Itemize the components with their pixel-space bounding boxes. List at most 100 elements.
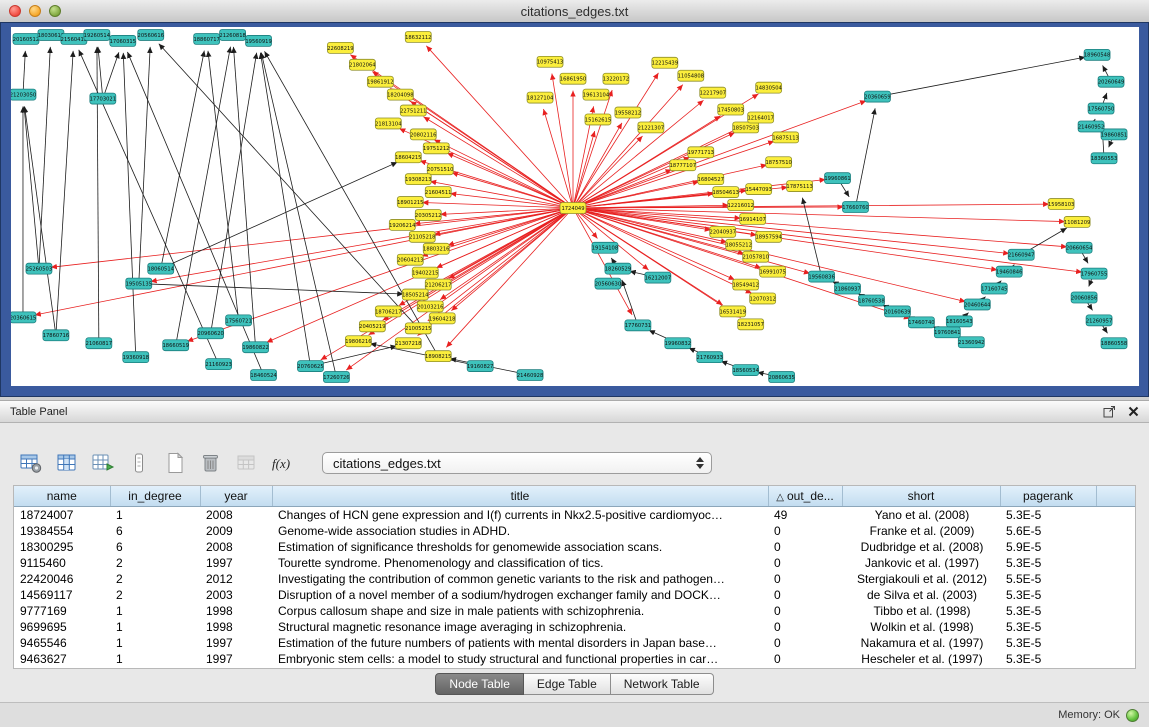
- graph-node[interactable]: 11054808: [678, 70, 704, 81]
- table-selector-dropdown[interactable]: citations_edges.txt: [322, 452, 712, 474]
- graph-node[interactable]: 18460524: [250, 370, 276, 381]
- graph-node[interactable]: 16991075: [759, 266, 785, 277]
- graph-node[interactable]: 18860558: [1101, 338, 1127, 349]
- cell-out_de[interactable]: 0: [768, 571, 842, 587]
- graph-node[interactable]: 18231057: [737, 319, 763, 330]
- graph-node[interactable]: 20160639: [884, 306, 910, 317]
- graph-node[interactable]: 17560721: [225, 315, 251, 326]
- graph-node[interactable]: 20260649: [1098, 76, 1124, 87]
- graph-node[interactable]: 20760625: [297, 361, 323, 372]
- cell-pagerank[interactable]: 5.3E-5: [1000, 603, 1096, 619]
- graph-node[interactable]: 18706217: [375, 306, 401, 317]
- graph-node[interactable]: 20960620: [197, 328, 223, 339]
- cell-short[interactable]: Yano et al. (2008): [842, 507, 1000, 524]
- cell-name[interactable]: 9777169: [14, 603, 110, 619]
- graph-node[interactable]: 19260514: [84, 29, 110, 40]
- graph-node[interactable]: 16861950: [560, 73, 586, 84]
- close-window-button[interactable]: [9, 5, 21, 17]
- graph-node[interactable]: 18055212: [726, 239, 752, 250]
- cell-year[interactable]: 2009: [200, 523, 272, 539]
- cell-out_de[interactable]: 0: [768, 619, 842, 635]
- cell-year[interactable]: 2003: [200, 587, 272, 603]
- cell-pagerank[interactable]: 5.6E-5: [1000, 523, 1096, 539]
- graph-node[interactable]: 19154108: [592, 242, 618, 253]
- graph-node[interactable]: 21057810: [742, 251, 768, 262]
- graph-node[interactable]: 16914107: [739, 213, 765, 224]
- table-row[interactable]: 969969511998Structural magnetic resonanc…: [14, 619, 1135, 635]
- cell-in_degree[interactable]: 1: [110, 651, 200, 667]
- tab-network-table[interactable]: Network Table: [611, 673, 714, 695]
- column-header-out_de[interactable]: △out_de...: [768, 486, 842, 507]
- cell-name[interactable]: 18300295: [14, 539, 110, 555]
- cell-in_degree[interactable]: 2: [110, 587, 200, 603]
- cell-out_de[interactable]: 0: [768, 523, 842, 539]
- graph-node[interactable]: 20751510: [427, 164, 453, 175]
- graph-node[interactable]: 21760933: [697, 352, 723, 363]
- import-table-icon[interactable]: [234, 451, 260, 475]
- cell-year[interactable]: 2008: [200, 507, 272, 524]
- cell-short[interactable]: Wolkin et al. (1998): [842, 619, 1000, 635]
- graph-node[interactable]: 20305212: [415, 209, 441, 220]
- column-header-year[interactable]: year: [200, 486, 272, 507]
- cell-short[interactable]: Nakamura et al. (1997): [842, 635, 1000, 651]
- graph-node[interactable]: 17160745: [981, 283, 1007, 294]
- graph-node[interactable]: 18604215: [395, 152, 421, 163]
- graph-node[interactable]: 20660654: [1066, 242, 1092, 253]
- show-columns-icon[interactable]: [54, 451, 80, 475]
- cell-in_degree[interactable]: 6: [110, 523, 200, 539]
- cell-year[interactable]: 1997: [200, 555, 272, 571]
- graph-node[interactable]: 19460846: [996, 266, 1022, 277]
- function-builder-icon[interactable]: f(x): [270, 451, 296, 475]
- cell-title[interactable]: Corpus callosum shape and size in male p…: [272, 603, 768, 619]
- graph-node[interactable]: 19960861: [824, 173, 850, 184]
- cell-in_degree[interactable]: 2: [110, 571, 200, 587]
- cell-in_degree[interactable]: 2: [110, 555, 200, 571]
- cell-title[interactable]: Disruption of a novel member of a sodium…: [272, 587, 768, 603]
- graph-node[interactable]: 17060315: [110, 35, 136, 46]
- graph-node[interactable]: 19760841: [934, 327, 960, 338]
- graph-node[interactable]: 20405219: [359, 321, 385, 332]
- graph-node[interactable]: 18260529: [605, 263, 631, 274]
- graph-node[interactable]: 12215439: [652, 57, 678, 68]
- cell-pagerank[interactable]: 5.5E-5: [1000, 571, 1096, 587]
- float-panel-icon[interactable]: [1103, 405, 1116, 418]
- column-header-pagerank[interactable]: pagerank: [1000, 486, 1096, 507]
- graph-node[interactable]: 16212007: [645, 272, 671, 283]
- cell-year[interactable]: 1997: [200, 651, 272, 667]
- graph-node[interactable]: 18504613: [713, 187, 739, 198]
- graph-node[interactable]: 21860937: [834, 283, 860, 294]
- graph-node[interactable]: 18632112: [405, 31, 431, 42]
- cell-year[interactable]: 1998: [200, 619, 272, 635]
- graph-node[interactable]: 21460952: [1078, 121, 1104, 132]
- cell-name[interactable]: 14569117: [14, 587, 110, 603]
- table-row[interactable]: 946362711997Embryonic stem cells: a mode…: [14, 651, 1135, 667]
- cell-out_de[interactable]: 0: [768, 651, 842, 667]
- cell-name[interactable]: 18724007: [14, 507, 110, 524]
- cell-pagerank[interactable]: 5.3E-5: [1000, 555, 1096, 571]
- table-row[interactable]: 1872400712008Changes of HCN gene express…: [14, 507, 1135, 524]
- graph-node[interactable]: 21203050: [11, 89, 36, 100]
- cell-pagerank[interactable]: 5.3E-5: [1000, 507, 1096, 524]
- graph-node[interactable]: 19402215: [412, 267, 438, 278]
- graph-node[interactable]: 19960832: [665, 338, 691, 349]
- graph-node[interactable]: 1724049: [560, 203, 586, 214]
- graph-node[interactable]: 20604213: [397, 254, 423, 265]
- graph-node[interactable]: 18560534: [733, 365, 759, 376]
- graph-node[interactable]: 18757510: [765, 157, 791, 168]
- graph-node[interactable]: 18760538: [858, 295, 884, 306]
- graph-node[interactable]: 17450803: [718, 104, 744, 115]
- column-header-title[interactable]: title: [272, 486, 768, 507]
- graph-node[interactable]: 18204098: [387, 89, 413, 100]
- graph-node[interactable]: 10975413: [537, 56, 563, 67]
- cell-pagerank[interactable]: 5.3E-5: [1000, 635, 1096, 651]
- table-row[interactable]: 1938455462009Genome-wide association stu…: [14, 523, 1135, 539]
- graph-node[interactable]: 20160512: [13, 33, 39, 44]
- graph-node[interactable]: 20560630: [595, 278, 621, 289]
- cell-title[interactable]: Tourette syndrome. Phenomenology and cla…: [272, 555, 768, 571]
- cell-title[interactable]: Estimation of significance thresholds fo…: [272, 539, 768, 555]
- graph-node[interactable]: 20360615: [11, 312, 36, 323]
- graph-node[interactable]: 18160543: [946, 316, 972, 327]
- graph-node[interactable]: 22751211: [400, 105, 426, 116]
- graph-node[interactable]: 21005215: [405, 323, 431, 334]
- graph-node[interactable]: 15447093: [745, 184, 771, 195]
